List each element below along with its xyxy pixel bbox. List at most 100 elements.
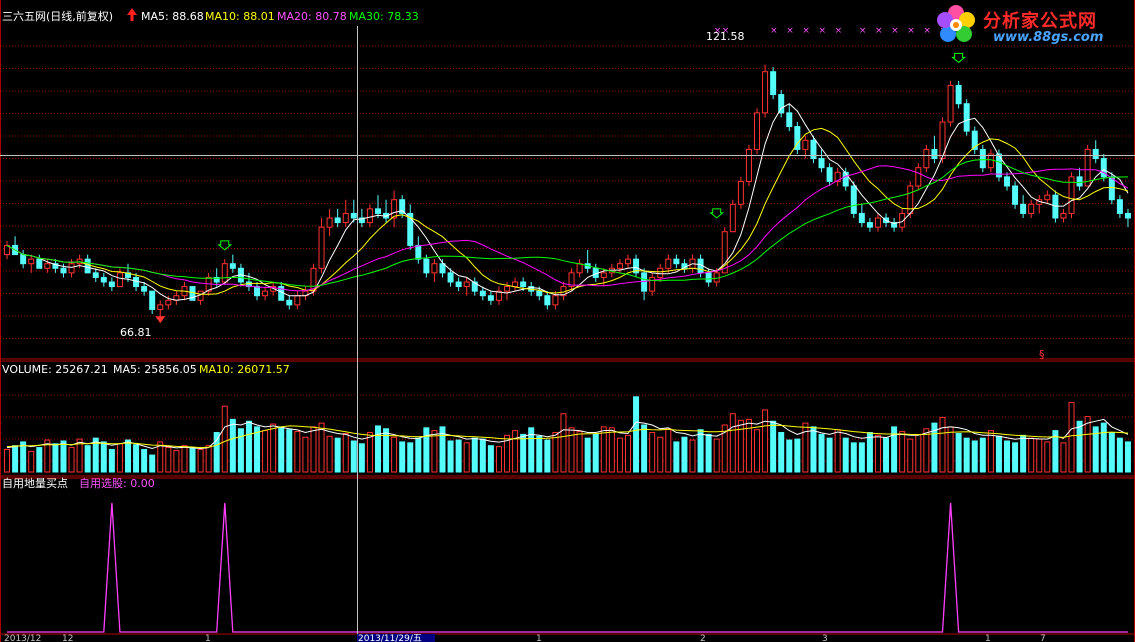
volume-bar-down [1076,420,1083,473]
volume-bar-up [431,430,438,473]
candle-down [842,171,849,187]
candle-down [786,112,793,128]
volume-bar-down [1108,432,1115,473]
candle-down [673,258,680,265]
volume-bar-up [907,438,914,473]
candle-up [1060,212,1067,219]
candle-up [915,167,922,187]
volume-bar-down [407,442,414,473]
candle-up [68,263,75,274]
volume-bar-up [318,422,325,473]
candle-up [552,295,559,306]
candle-down [963,103,970,132]
volume-bar-down [995,435,1002,473]
volume-bar-up [1084,416,1091,473]
candle-up [342,212,349,224]
axis-label: 1 [205,634,211,642]
volume-bar-down [697,429,704,473]
volume-bar-down [124,439,131,473]
candle-up [366,208,373,224]
candle-down [447,272,454,283]
volume-bar-down [334,437,341,473]
x-marker: × [891,26,899,36]
x-marker: × [875,26,883,36]
volume-bar-down [979,437,986,473]
candle-down [100,276,107,283]
volume-bar-down [133,444,140,473]
stock-chart-canvas[interactable]: ××××××××××××××× 三六五网(日线,前复权) MA5: 88.68 … [0,0,1135,642]
volume-bar-up [729,413,736,473]
candle-down [350,212,357,219]
candle-down [544,295,551,306]
volume-bar-up [1060,442,1067,473]
candle-down [229,263,236,269]
volume-bar-up [1028,437,1035,473]
volume-bar-down [60,440,67,473]
candle-down [36,258,43,269]
candle-down [520,281,527,288]
volume-bar-up [1068,401,1075,473]
candle-up [512,281,519,288]
volume-bar-up [754,429,761,473]
candle-down [705,272,712,283]
candle-up [616,263,623,269]
x-marker: × [859,26,867,36]
candle-down [455,281,462,288]
volume-bar-down [455,439,462,473]
volume-bar-up [391,436,398,473]
volume-bar-up [713,438,720,473]
volume-bar-up [665,428,672,473]
volume-bar-up [737,419,744,473]
candle-down [108,281,115,288]
indicator-name: 自用地量买点 [2,477,68,490]
candle-down [826,167,833,182]
volume-bar-up [68,447,75,473]
volume-bar-down [36,447,43,473]
volume-bar-down [850,442,857,473]
site-logo[interactable]: 分析家公式网 www.88gs.com [929,1,1133,49]
volume-bar-down [681,436,688,473]
volume-bar-down [971,440,978,473]
candle-down [818,158,825,169]
volume-bar-down [471,437,478,473]
x-marker: × [907,26,915,36]
volume-bar-down [399,441,406,473]
candle-up [754,112,761,150]
volume-bar-down [963,437,970,473]
ma20-readout: MA20: 80.78 [277,10,347,23]
candle-up [28,258,35,265]
volume-bar-up [576,431,583,473]
candle-down [1092,148,1099,160]
volume-bar-down [955,432,962,473]
candle-up [157,304,164,310]
volume-bar-up [947,426,954,473]
volume-bar-up [745,418,752,473]
volume-bar-down [350,440,357,473]
volume-bar-up [1036,438,1043,473]
candle-up [762,71,769,114]
x-marker: × [786,26,794,36]
volume-bar-up [939,416,946,473]
volume-bar-down [826,437,833,473]
volume-bar-down [1116,437,1123,473]
high-price-label: 121.58 [706,30,745,43]
volume-bar-down [592,433,599,473]
ma10-readout: MA10: 88.01 [205,10,275,23]
axis-label: 7 [1040,634,1046,642]
volume-bar-up [28,450,35,473]
volume-bar-up [649,432,656,473]
candle-down [84,258,91,274]
axis-label: 1 [985,634,991,642]
candle-down [439,263,446,274]
volume-bar-up [294,431,301,473]
candle-down [1116,199,1123,214]
volume-bar-down [20,441,27,473]
candle-down [374,208,381,214]
volume-bar-down [189,448,196,473]
candle-down [254,286,261,297]
volume-bar-down [1124,441,1131,473]
candle-down [334,217,341,224]
candle-down [778,94,785,114]
candle-up [463,281,470,288]
candle-up [326,217,333,228]
